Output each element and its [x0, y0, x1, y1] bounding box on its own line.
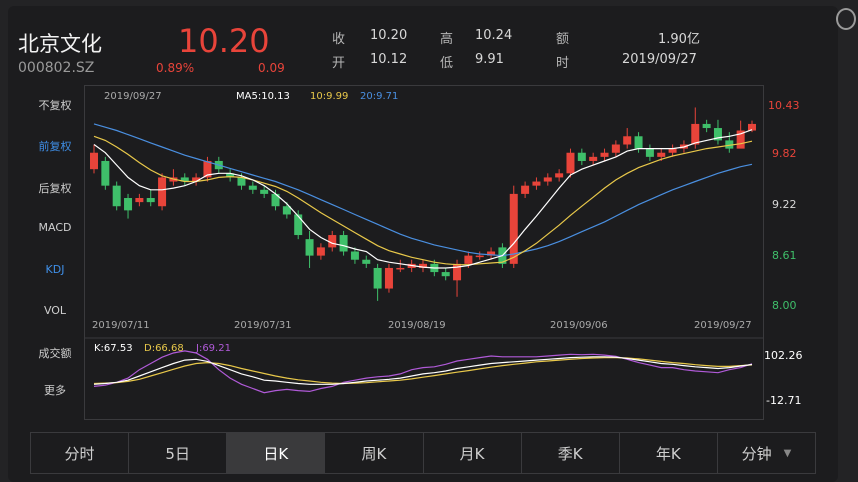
amount-value: 1.90亿 — [658, 32, 700, 47]
high-value: 10.24 — [475, 28, 513, 43]
close-value: 10.20 — [370, 28, 408, 43]
stock-name: 北京文化 — [18, 32, 102, 56]
date-label-2: 2019/07/31 — [234, 320, 292, 331]
kdj-axis-max: 102.26 — [764, 349, 803, 362]
date-label-3: 2019/08/19 — [388, 320, 446, 331]
tab-quarterly-k[interactable]: 季K — [522, 433, 620, 473]
price-axis-4: 8.61 — [772, 249, 797, 262]
side-item-backward-adjust[interactable]: 后复权 — [28, 180, 82, 196]
tab-intraday[interactable]: 分时 — [31, 433, 130, 473]
ma20-legend: 20:9.71 — [360, 91, 399, 102]
side-item-forward-adjust[interactable]: 前复权 — [28, 138, 82, 154]
side-item-macd[interactable]: MACD — [28, 221, 82, 234]
kdj-k-legend: K:67.53 — [94, 343, 133, 354]
side-item-no-adjust[interactable]: 不复权 — [28, 97, 82, 113]
date-label-4: 2019/09/06 — [550, 320, 608, 331]
current-price: 10.20 — [178, 22, 270, 60]
tab-monthly-k[interactable]: 月K — [424, 433, 522, 473]
high-label: 高 — [440, 32, 454, 47]
tab-daily-k[interactable]: 日K — [227, 433, 326, 473]
side-item-vol[interactable]: VOL — [28, 304, 82, 317]
time-value: 2019/09/27 — [622, 52, 697, 67]
ma10-legend: 10:9.99 — [310, 91, 349, 102]
tab-5day[interactable]: 5日 — [129, 433, 228, 473]
low-label: 低 — [440, 56, 454, 71]
stock-code: 000802.SZ — [18, 60, 95, 76]
change-percent: 0.89% — [156, 61, 195, 75]
low-value: 9.91 — [475, 52, 504, 67]
tab-yearly-k[interactable]: 年K — [620, 433, 718, 473]
kdj-j-legend: J:69.21 — [196, 343, 231, 354]
change-value: 0.09 — [258, 61, 285, 75]
side-item-turnover[interactable]: 成交额 — [28, 345, 82, 361]
side-item-more[interactable]: 更多 — [28, 382, 82, 398]
side-item-kdj[interactable]: KDJ — [28, 263, 82, 276]
tab-minute-label: 分钟 — [741, 444, 772, 463]
close-label: 收 — [332, 32, 346, 47]
price-axis-max: 10.43 — [768, 99, 800, 112]
app-logo-icon — [836, 8, 856, 30]
chart-frame[interactable] — [84, 85, 764, 420]
price-axis-min: 8.00 — [772, 299, 797, 312]
ma5-legend: MA5:10.13 — [236, 91, 290, 102]
open-label: 开 — [332, 56, 346, 71]
tab-minute[interactable]: 分钟 ▼ — [718, 433, 815, 473]
date-label-5: 2019/09/27 — [694, 320, 752, 331]
tab-weekly-k[interactable]: 周K — [325, 433, 424, 473]
amount-label: 额 — [556, 32, 570, 47]
time-label: 时 — [556, 56, 570, 71]
price-axis-2: 9.82 — [772, 147, 797, 160]
open-value: 10.12 — [370, 52, 408, 67]
period-tabs: 分时 5日 日K 周K 月K 季K 年K 分钟 ▼ — [30, 432, 816, 474]
price-axis-3: 9.22 — [772, 198, 797, 211]
ma-legend-date: 2019/09/27 — [104, 91, 162, 102]
chevron-down-icon: ▼ — [783, 447, 792, 459]
kdj-axis-min: -12.71 — [766, 394, 802, 407]
date-label-1: 2019/07/11 — [92, 320, 150, 331]
kdj-d-legend: D:66.68 — [144, 343, 184, 354]
